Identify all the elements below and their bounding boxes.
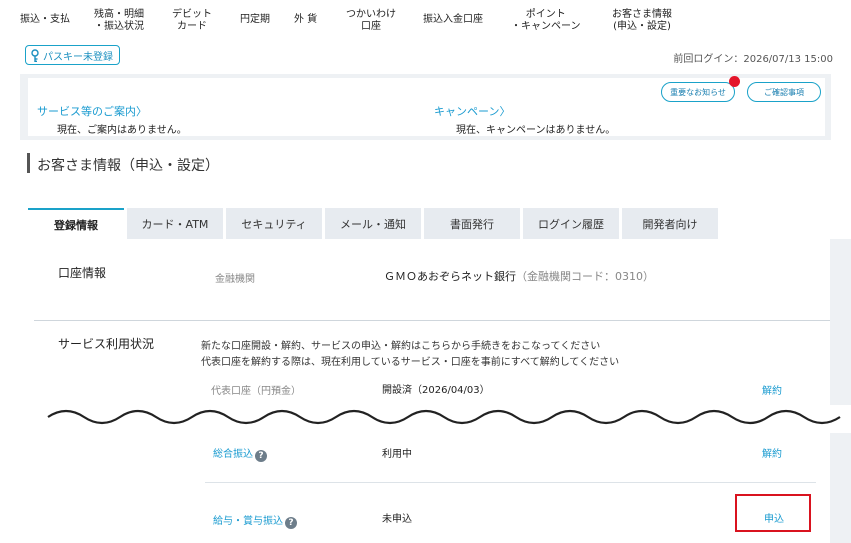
nav-points[interactable]: ポイント ・キャンペーン — [511, 9, 581, 33]
important-notice-button[interactable]: 重要なお知らせ — [661, 82, 735, 102]
nav-foreign-currency[interactable]: 外 貨 — [294, 14, 317, 26]
unread-indicator — [729, 76, 740, 87]
nav-yen-deposit[interactable]: 円定期 — [240, 14, 270, 26]
nav-deposit-account[interactable]: 振込入金口座 — [423, 14, 483, 26]
salary-transfer-label[interactable]: 給与・賞与振込? — [213, 512, 297, 529]
help-icon[interactable]: ? — [285, 517, 297, 529]
bank-name-text: ＧＭＯあおぞらネット銀行 — [384, 270, 516, 283]
tab-row-shade — [718, 208, 830, 239]
tab-card-atm[interactable]: カード・ATM — [127, 208, 223, 239]
main-account-label: 代表口座（円預金） — [211, 386, 301, 397]
campaign-link[interactable]: キャンペーン〉 — [434, 103, 510, 119]
passkey-button[interactable]: パスキー未登録 — [25, 45, 120, 65]
global-nav: 振込・支払 残高・明細 ・振込状況 デビット カード 円定期 外 貨 つかいわけ… — [0, 0, 851, 40]
bank-name: ＧＭＯあおぞらネット銀行（金融機関コード：0310） — [384, 268, 654, 284]
last-login-time: 前回ログイン：2026/07/13 15:00 — [673, 54, 833, 65]
main-account-status: 開設済（2026/04/03） — [382, 385, 490, 396]
general-transfer-cancel-link[interactable]: 解約 — [762, 445, 782, 460]
highlight-box — [735, 494, 811, 532]
salary-transfer-text: 給与・賞与振込 — [213, 516, 283, 527]
salary-transfer-status: 未申込 — [382, 514, 412, 525]
nav-balance[interactable]: 残高・明細 ・振込状況 — [94, 9, 144, 33]
main-account-cancel-link[interactable]: 解約 — [762, 382, 782, 397]
bank-code: （金融機関コード：0310） — [516, 270, 654, 283]
campaign-text: 現在、キャンペーンはありません。 — [456, 125, 616, 136]
service-info-link[interactable]: サービス等のご案内〉 — [37, 103, 147, 119]
service-desc-line1: 新たな口座開設・解約、サービスの申込・解約はこちらから手続きをおこなってください — [201, 341, 601, 352]
account-info-heading: 口座情報 — [58, 266, 107, 280]
service-info-text: 現在、ご案内はありません。 — [57, 125, 187, 136]
content-right-shade-lower — [830, 433, 851, 543]
help-icon[interactable]: ? — [255, 450, 267, 462]
chevron-right-icon: 〉 — [499, 105, 511, 118]
tab-developer[interactable]: 開発者向け — [622, 208, 718, 239]
service-desc-line2: 代表口座を解約する際は、現在利用しているサービス・口座を事前にすべて解約してくだ… — [201, 357, 620, 368]
title-accent-bar — [27, 153, 30, 173]
nav-debit-card[interactable]: デビット カード — [172, 9, 212, 33]
tab-security[interactable]: セキュリティ — [226, 208, 322, 239]
general-transfer-text: 総合振込 — [213, 449, 253, 460]
nav-sub-accounts[interactable]: つかいわけ 口座 — [346, 9, 396, 33]
key-icon — [30, 48, 40, 63]
tab-documents[interactable]: 書面発行 — [424, 208, 520, 239]
confirm-items-button[interactable]: ご確認事項 — [747, 82, 821, 102]
service-info-label: サービス等のご案内 — [37, 105, 136, 118]
tab-login-history[interactable]: ログイン履歴 — [523, 208, 619, 239]
general-transfer-label[interactable]: 総合振込? — [213, 445, 267, 462]
row-divider — [205, 482, 816, 483]
chevron-right-icon: 〉 — [136, 105, 147, 118]
service-status-heading: サービス利用状況 — [58, 337, 155, 351]
nav-transfer[interactable]: 振込・支払 — [20, 14, 70, 26]
bank-field-label: 金融機関 — [215, 274, 255, 285]
tab-registration[interactable]: 登録情報 — [28, 208, 124, 239]
nav-customer-info[interactable]: お客さま情報 (申込・設定) — [612, 9, 672, 33]
tab-mail-notify[interactable]: メール・通知 — [325, 208, 421, 239]
general-transfer-status: 利用中 — [382, 449, 412, 460]
wavy-break-line — [47, 409, 841, 425]
content-break — [0, 405, 851, 435]
section-divider — [34, 320, 830, 321]
passkey-label: パスキー未登録 — [43, 51, 113, 63]
page-title: お客さま情報（申込・設定） — [37, 158, 219, 174]
campaign-label: キャンペーン — [434, 105, 500, 118]
